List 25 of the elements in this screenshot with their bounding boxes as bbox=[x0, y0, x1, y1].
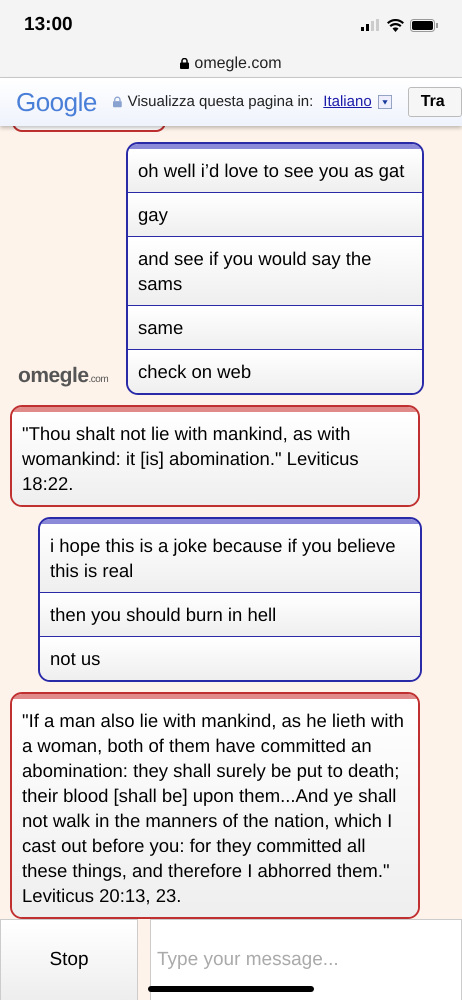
message-text: check on web bbox=[128, 349, 422, 393]
signal-icon bbox=[361, 19, 381, 31]
google-logo: Google bbox=[16, 86, 97, 118]
message-text: "If a man also lie with mankind, as he lieth with a woman, both of them have committed an abomination: they shall surely be put to death; their blood [shall be] upon them...And ye shall not walk in the manners of the nation, which I cast out before you: for they committed all these things, and therefore I abhorred them." Leviticus 20:13, 23. bbox=[12, 699, 418, 917]
message-text: i hope this is a joke because if you believe this is real bbox=[40, 524, 420, 592]
language-link[interactable]: Italiano bbox=[323, 90, 372, 114]
message-text: oh well i’d love to see you as gat bbox=[128, 149, 422, 192]
message-text: "Thou shalt not lie with mankind, as with womankind: it [is] abomination." Leviticus 18:22. bbox=[12, 412, 418, 505]
lock-icon bbox=[112, 96, 122, 108]
battery-icon bbox=[410, 18, 438, 32]
message-text: gay bbox=[128, 192, 422, 236]
message-text: and see if you would say the sams bbox=[128, 236, 422, 305]
message-text: not us bbox=[40, 636, 420, 680]
omegle-logo: omegle.com bbox=[18, 362, 108, 388]
message-text: then you should burn in hell bbox=[40, 592, 420, 636]
translate-prompt: Visualizza questa pagina in: bbox=[128, 92, 314, 112]
message-input[interactable]: Type your message... bbox=[150, 919, 462, 1000]
translate-button[interactable]: Tra bbox=[408, 87, 462, 117]
stop-button[interactable]: Stop bbox=[0, 919, 138, 1000]
dropdown-icon[interactable] bbox=[378, 94, 392, 110]
url-text[interactable]: omegle.com bbox=[194, 52, 282, 76]
clock: 13:00 bbox=[24, 12, 73, 37]
lock-icon bbox=[180, 58, 190, 69]
wifi-icon bbox=[387, 18, 404, 32]
message-text: same bbox=[128, 305, 422, 349]
